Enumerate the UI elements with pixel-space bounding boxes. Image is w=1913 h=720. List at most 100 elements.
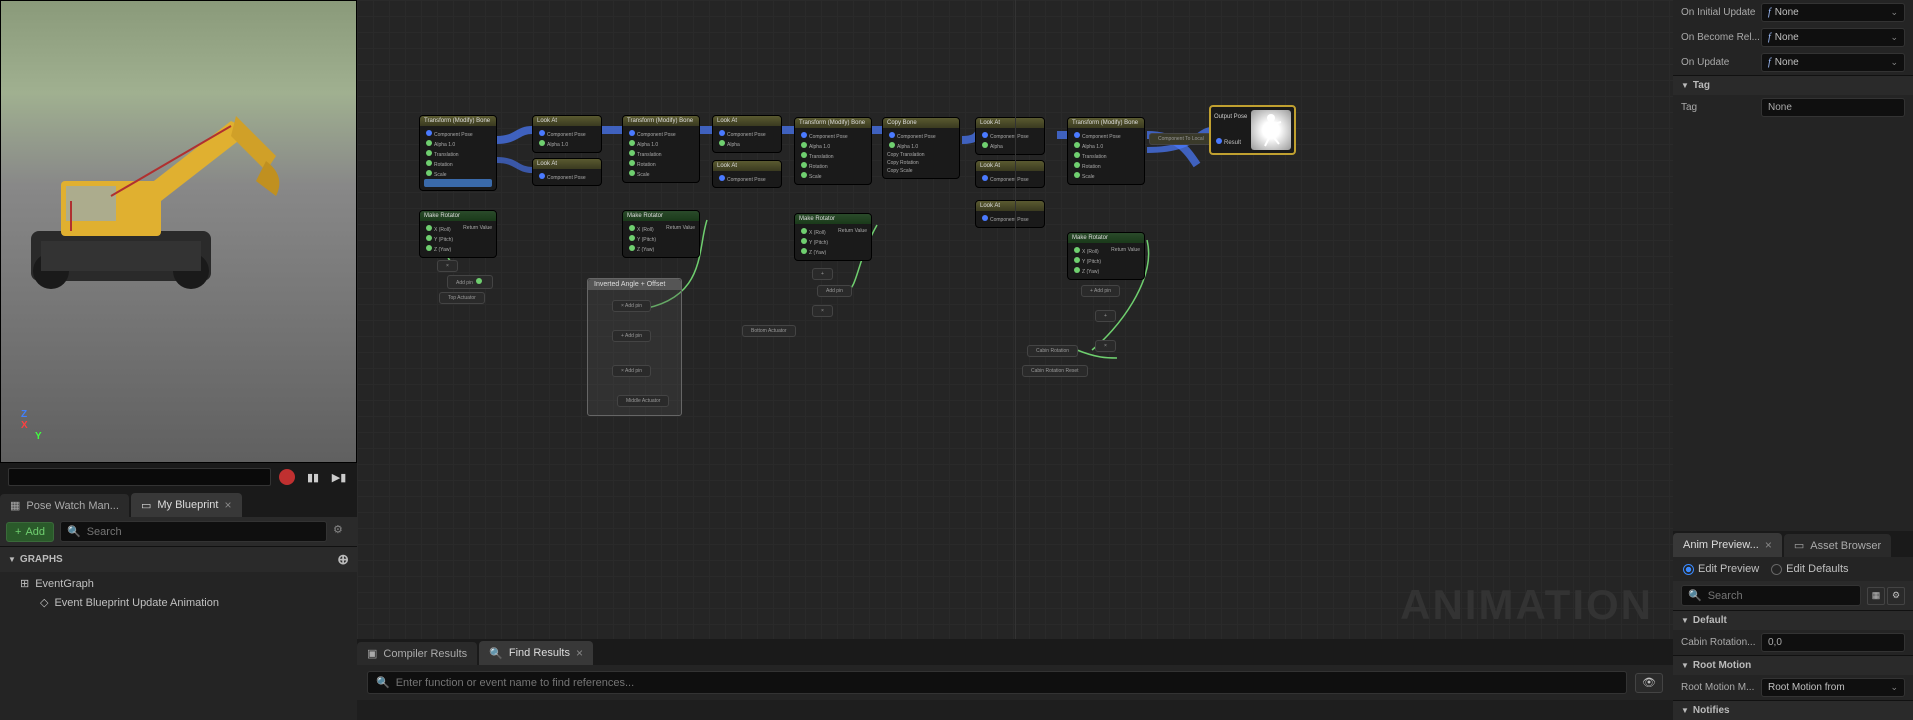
var-top-actuator[interactable]: Top Actuator [439, 292, 485, 304]
var-bottom-actuator[interactable]: Bottom Actuator [742, 325, 796, 337]
small-node[interactable]: × Add pin [612, 300, 651, 312]
node-look-at-5[interactable]: Look At Component PoseAlpha [975, 117, 1045, 155]
small-node[interactable]: + Add pin [1081, 285, 1120, 297]
node-transform-bone[interactable]: Transform (Modify) Bone Component Pose A… [419, 115, 497, 191]
tab-asset-browser[interactable]: ▭ Asset Browser [1784, 534, 1891, 557]
axis-gizmo[interactable]: Z X Y [21, 409, 42, 442]
section-default[interactable]: ▼Default [1673, 610, 1913, 630]
prop-label: Root Motion M... [1681, 682, 1761, 693]
add-graph-icon[interactable]: ⊕ [337, 551, 349, 568]
add-label: Add [25, 526, 45, 538]
tab-pose-watch[interactable]: ▦ Pose Watch Man... [0, 494, 129, 517]
tree-label: Event Blueprint Update Animation [54, 597, 219, 609]
transport-bar: ▮▮ ▶▮ [0, 463, 357, 491]
dropdown-on-become[interactable]: fNone⌄ [1761, 28, 1905, 47]
node-look-at-3[interactable]: Look At Component Pose Alpha [712, 115, 782, 153]
tab-label: Compiler Results [383, 648, 467, 660]
node-look-at[interactable]: Look At Component Pose Alpha 1.0 [532, 115, 602, 153]
graph-icon: ⊞ [20, 577, 29, 590]
small-node-mul[interactable]: × [437, 260, 458, 272]
node-make-rotator-3[interactable]: Make Rotator X (Roll)Return Value Y (Pit… [794, 213, 872, 261]
dropdown-on-update[interactable]: fNone⌄ [1761, 53, 1905, 72]
tree-item-eventgraph[interactable]: ⊞ EventGraph [0, 574, 357, 593]
graph-watermark: ANIMATION [1400, 581, 1653, 629]
small-node[interactable]: × [1095, 340, 1116, 352]
node-make-rotator-4[interactable]: Make Rotator X (Roll)Return Value Y (Pit… [1067, 232, 1145, 280]
animation-graph[interactable]: ANIMATION Transform ( [357, 0, 1673, 639]
pin-label[interactable]: Add pin [817, 285, 852, 297]
comment-title: Inverted Angle + Offset [588, 279, 681, 290]
tab-my-blueprint[interactable]: ▭ My Blueprint × [131, 493, 242, 517]
gear-icon[interactable]: ⚙ [1887, 587, 1905, 605]
right-bottom-tabs: Anim Preview... × ▭ Asset Browser [1673, 531, 1913, 557]
node-look-at-4[interactable]: Look At Component Pose [712, 160, 782, 188]
grid-icon: ▦ [10, 499, 20, 512]
pause-button[interactable]: ▮▮ [303, 467, 323, 487]
var-cabin-rotation[interactable]: Cabin Rotation [1027, 345, 1078, 357]
close-icon[interactable]: × [576, 646, 583, 660]
section-tag[interactable]: ▼Tag [1673, 75, 1913, 95]
add-button[interactable]: + Add [6, 522, 54, 542]
node-look-at-2[interactable]: Look At Component Pose [532, 158, 602, 186]
dropdown-root-motion[interactable]: Root Motion from⌄ [1761, 678, 1905, 697]
binoculars-button[interactable]: 👁 [1635, 673, 1663, 693]
node-transform-bone-2[interactable]: Transform (Modify) Bone Component Pose A… [622, 115, 700, 183]
tab-label: Asset Browser [1810, 540, 1881, 552]
plus-icon: + [15, 526, 21, 538]
tab-compiler-results[interactable]: ▣ Compiler Results [357, 642, 477, 665]
preview-search[interactable]: 🔍 [1681, 585, 1861, 606]
dropdown-on-initial[interactable]: fNone⌄ [1761, 3, 1905, 22]
folder-icon: ▭ [1794, 539, 1804, 552]
blueprint-search[interactable]: 🔍 [60, 521, 327, 542]
node-transform-bone-3[interactable]: Transform (Modify) Bone Component Pose A… [794, 117, 872, 185]
node-look-at-6[interactable]: Look At Component Pose [975, 160, 1045, 188]
node-copy-bone[interactable]: Copy Bone Component Pose Alpha 1.0 Copy … [882, 117, 960, 179]
section-label: GRAPHS [20, 554, 63, 565]
search-input[interactable] [87, 526, 320, 538]
tab-anim-preview[interactable]: Anim Preview... × [1673, 533, 1782, 557]
section-root-motion[interactable]: ▼Root Motion [1673, 655, 1913, 675]
find-input[interactable] [396, 677, 1618, 689]
prop-label: On Become Rel... [1681, 32, 1761, 43]
node-make-rotator-2[interactable]: Make Rotator X (Roll)Return Value Y (Pit… [622, 210, 700, 258]
tag-input[interactable]: None [1761, 98, 1905, 117]
var-middle-actuator[interactable]: Middle Actuator [617, 395, 669, 407]
prop-label: Cabin Rotation... [1681, 637, 1761, 648]
var-cabin-rotation-reset[interactable]: Cabin Rotation Reset [1022, 365, 1088, 377]
gear-icon[interactable]: ⚙ [333, 523, 351, 541]
small-node[interactable]: × Add pin [612, 365, 651, 377]
node-make-rotator[interactable]: Make Rotator X (Roll)Return Value Y (Pit… [419, 210, 497, 258]
search-input[interactable] [1708, 590, 1854, 602]
event-icon: ◇ [40, 596, 48, 609]
node-transform-bone-4[interactable]: Transform (Modify) Bone Component Pose A… [1067, 117, 1145, 185]
bottom-tabs: ▣ Compiler Results 🔍 Find Results × [357, 639, 1673, 665]
grid-view-icon[interactable]: ▦ [1867, 587, 1885, 605]
small-node[interactable]: × [812, 305, 833, 317]
close-icon[interactable]: × [1765, 538, 1772, 552]
graphs-section-header[interactable]: ▼GRAPHS ⊕ [0, 546, 357, 572]
record-button[interactable] [277, 467, 297, 487]
small-node[interactable]: + [812, 268, 833, 280]
search-icon: 🔍 [67, 525, 81, 538]
node-component-to-local[interactable]: Component To Local [1149, 133, 1213, 145]
radio-edit-preview[interactable]: Edit Preview [1683, 563, 1759, 575]
step-button[interactable]: ▶▮ [329, 467, 349, 487]
tab-label: My Blueprint [157, 499, 218, 511]
cabin-rotation-input[interactable]: 0,0 [1761, 633, 1905, 652]
node-output-pose[interactable]: Output Pose Result [1209, 105, 1296, 155]
tree-item-event-bp-update[interactable]: ◇ Event Blueprint Update Animation [0, 593, 357, 612]
node-look-at-7[interactable]: Look At Component Pose [975, 200, 1045, 228]
section-notifies[interactable]: ▼Notifies [1673, 700, 1913, 720]
small-node[interactable]: + [1095, 310, 1116, 322]
small-node[interactable]: + Add pin [612, 330, 651, 342]
pin-label[interactable]: Add pin [447, 275, 493, 289]
left-panel-tabs: ▦ Pose Watch Man... ▭ My Blueprint × [0, 491, 357, 517]
close-icon[interactable]: × [224, 498, 231, 512]
timeline-slider[interactable] [8, 468, 271, 486]
viewport-3d[interactable]: Z X Y [0, 0, 357, 463]
search-icon: 🔍 [1688, 589, 1702, 602]
tab-label: Find Results [509, 647, 570, 659]
radio-edit-defaults[interactable]: Edit Defaults [1771, 563, 1848, 575]
blueprint-icon: ▭ [141, 499, 151, 512]
tab-find-results[interactable]: 🔍 Find Results × [479, 641, 593, 665]
